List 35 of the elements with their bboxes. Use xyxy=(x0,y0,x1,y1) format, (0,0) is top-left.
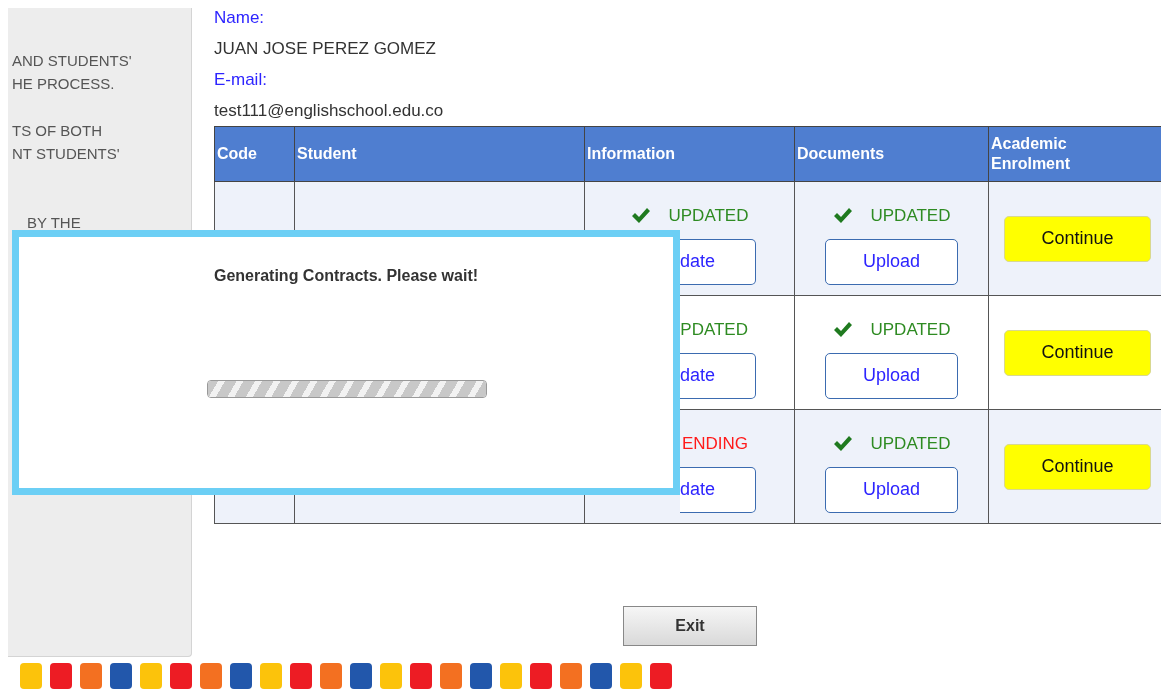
sidebar-text: NT STUDENTS' xyxy=(11,144,120,164)
check-icon xyxy=(832,207,853,224)
update-button[interactable]: date xyxy=(680,352,756,399)
upload-button[interactable]: Upload xyxy=(825,352,958,399)
continue-button[interactable]: Continue xyxy=(1004,443,1151,490)
sidebar-text: TS OF BOTH xyxy=(11,121,102,141)
check-icon xyxy=(630,207,651,224)
upload-button[interactable]: Upload xyxy=(825,466,958,513)
check-icon xyxy=(832,321,853,338)
status-text: UPDATED xyxy=(668,204,749,227)
column-header: Documents xyxy=(794,126,989,182)
update-button[interactable]: date xyxy=(680,466,756,513)
field-label: Name: xyxy=(214,7,265,29)
field-value: JUAN JOSE PEREZ GOMEZ xyxy=(214,38,436,60)
sidebar-text: AND STUDENTS' xyxy=(11,51,132,71)
column-header: Academic Enrolment xyxy=(988,126,1161,182)
continue-button[interactable]: Continue xyxy=(1004,215,1151,262)
sidebar-text: HE PROCESS. xyxy=(11,74,115,94)
sidebar-text: BY THE xyxy=(26,213,81,233)
exit-button[interactable]: Exit xyxy=(623,606,757,646)
column-header: Student xyxy=(294,126,585,182)
continue-button[interactable]: Continue xyxy=(1004,329,1151,376)
status-text: UPDATED xyxy=(870,318,951,341)
column-header: Code xyxy=(214,126,295,182)
column-header: Information xyxy=(584,126,795,182)
field-value: test111@englishschool.edu.co xyxy=(214,100,444,122)
upload-button[interactable]: Upload xyxy=(825,238,958,285)
update-button[interactable]: date xyxy=(680,238,756,285)
check-icon xyxy=(832,435,853,452)
field-label: E-mail: xyxy=(214,69,267,91)
status-text: UPDATED xyxy=(870,204,951,227)
dialog-message: Generating Contracts. Please wait! xyxy=(213,266,479,286)
status-text: ENDING xyxy=(681,432,748,455)
status-text: UPDATED xyxy=(870,432,951,455)
status-text: PDATED xyxy=(680,318,748,341)
